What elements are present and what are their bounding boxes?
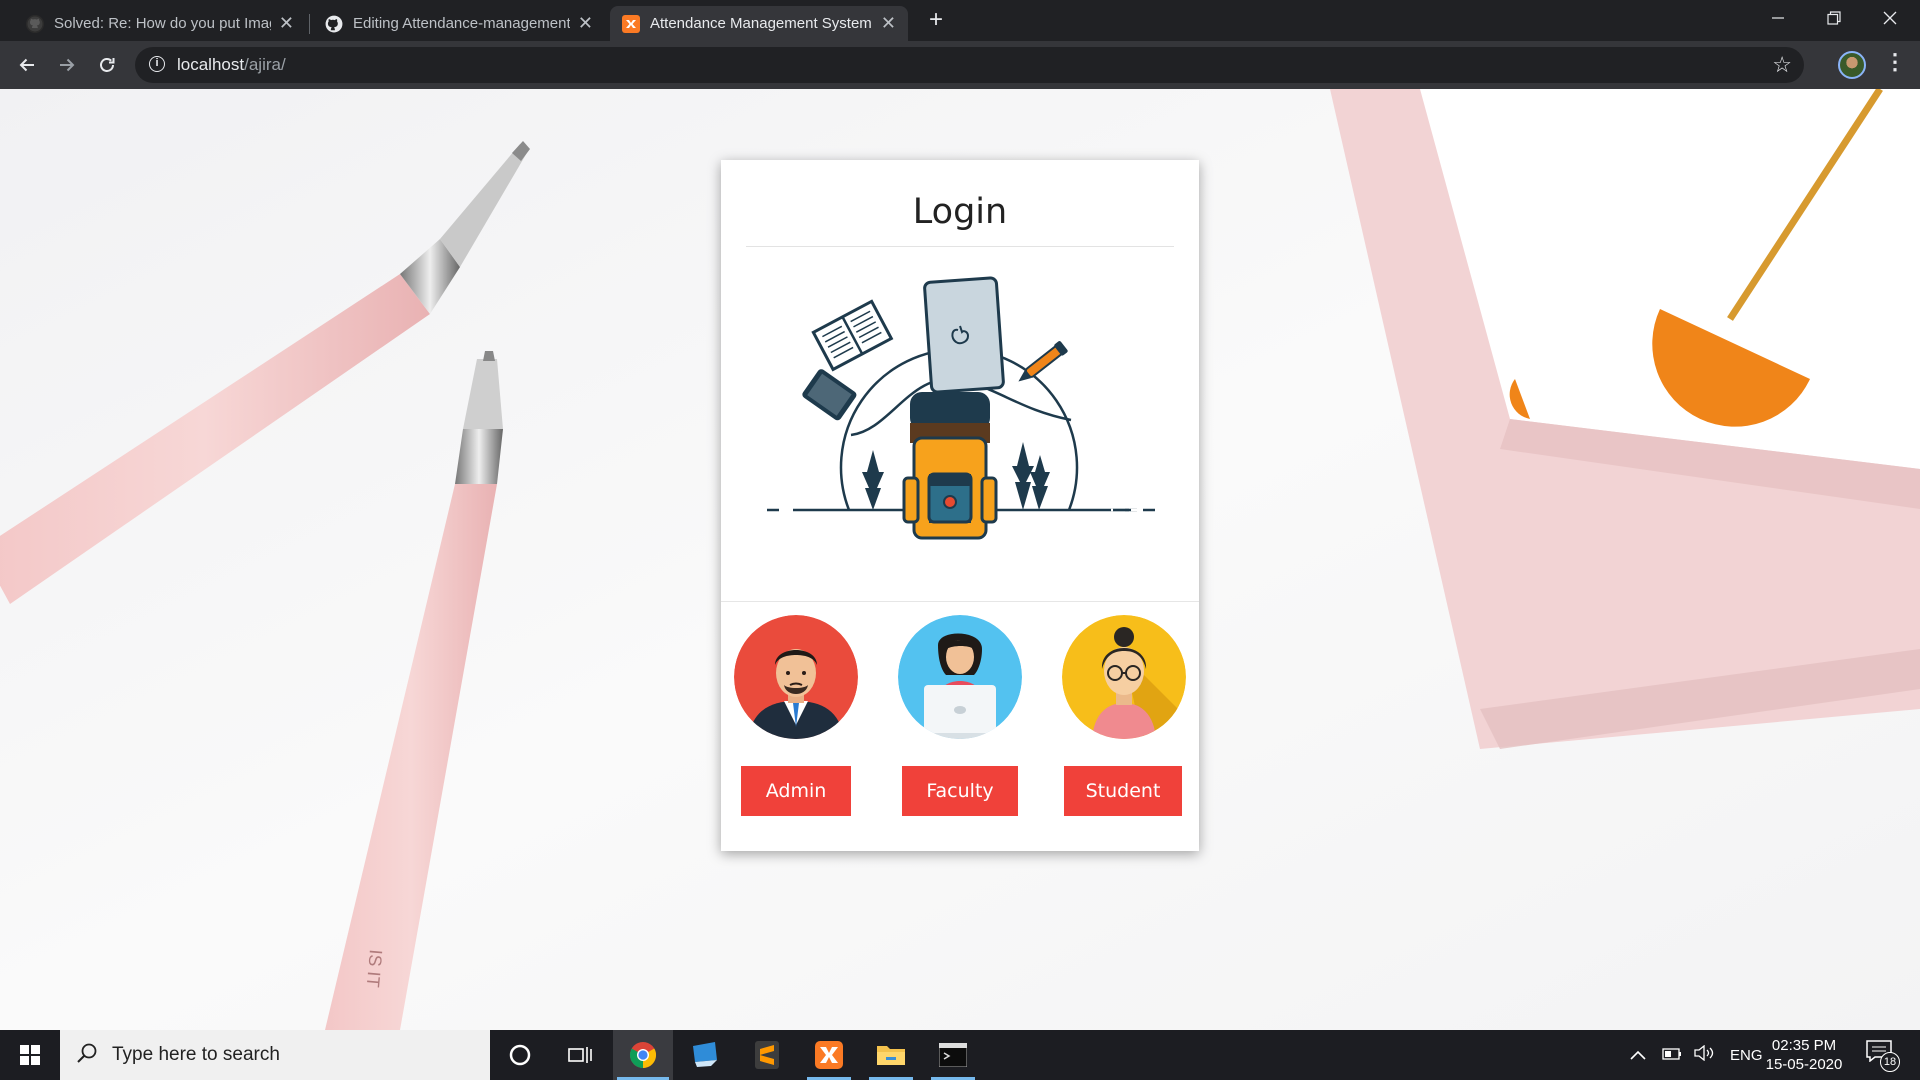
restore-icon[interactable]: [1806, 0, 1862, 36]
close-icon[interactable]: ✕: [578, 13, 593, 34]
browser-tab-strip: Solved: Re: How do you put Imag ✕ Editin…: [0, 0, 1920, 41]
role-student: Student: [1062, 615, 1186, 816]
close-icon[interactable]: ✕: [881, 13, 896, 34]
language-indicator[interactable]: ENG: [1730, 1047, 1763, 1064]
info-icon[interactable]: i: [149, 56, 165, 72]
backpack-illustration: [767, 276, 1155, 540]
xampp-taskbar-icon[interactable]: [799, 1030, 859, 1080]
student-button[interactable]: Student: [1064, 766, 1182, 816]
xampp-icon: [622, 14, 640, 33]
page-viewport: IS IT Login Admin Faculty Student: [0, 89, 1920, 1030]
file-explorer-icon[interactable]: [861, 1030, 921, 1080]
new-tab-button[interactable]: +: [922, 6, 950, 34]
minimize-icon[interactable]: [1750, 0, 1806, 36]
tab-title: Editing Attendance-management: [353, 15, 570, 32]
show-hidden-icons-chevron-icon[interactable]: [1630, 1047, 1646, 1064]
chrome-taskbar-icon[interactable]: [613, 1030, 673, 1080]
section-divider: [721, 601, 1199, 602]
windows-start-icon[interactable]: [0, 1030, 60, 1080]
title-divider: [746, 246, 1174, 247]
faculty-button[interactable]: Faculty: [902, 766, 1018, 816]
taskbar-clock[interactable]: 02:35 PM 15-05-2020: [1762, 1036, 1846, 1074]
remote-desktop-icon[interactable]: [675, 1030, 735, 1080]
clock-date: 15-05-2020: [1765, 1056, 1843, 1073]
action-center-icon[interactable]: 18: [1866, 1040, 1900, 1072]
close-window-icon[interactable]: [1862, 0, 1918, 36]
profile-avatar[interactable]: [1838, 51, 1866, 79]
search-placeholder: Type here to search: [112, 1044, 280, 1065]
windows-taskbar: Type here to search ENG 02:35 PM 15-05-2…: [0, 1030, 1920, 1080]
login-card: Login Admin Faculty Student: [721, 160, 1199, 851]
github-icon: [325, 15, 343, 33]
github-icon: [26, 14, 44, 33]
faculty-avatar[interactable]: [898, 615, 1022, 739]
taskbar-search[interactable]: Type here to search: [60, 1030, 490, 1080]
battery-icon[interactable]: [1662, 1047, 1682, 1064]
tab-title: Solved: Re: How do you put Imag: [54, 15, 271, 32]
page-title: Login: [912, 192, 1008, 232]
url-path: /ajira/: [244, 55, 286, 74]
bookmark-star-icon[interactable]: ☆: [1772, 52, 1792, 78]
tab-attendance[interactable]: Attendance Management System ✕: [610, 6, 908, 41]
url-text[interactable]: localhost/ajira/: [177, 55, 286, 75]
search-icon: [76, 1042, 98, 1069]
forward-icon[interactable]: [51, 49, 83, 81]
volume-icon[interactable]: [1694, 1044, 1716, 1065]
cortana-icon[interactable]: [490, 1030, 550, 1080]
role-faculty: Faculty: [898, 615, 1022, 816]
sublime-text-icon[interactable]: [737, 1030, 797, 1080]
student-avatar[interactable]: [1062, 615, 1186, 739]
reload-icon[interactable]: [91, 49, 123, 81]
browser-toolbar: i localhost/ajira/ ☆ ⋮: [0, 41, 1920, 89]
admin-button[interactable]: Admin: [741, 766, 851, 816]
url-host: localhost: [177, 55, 245, 74]
admin-avatar[interactable]: [734, 615, 858, 739]
system-tray: ENG: [1630, 1030, 1763, 1080]
role-admin: Admin: [734, 615, 858, 816]
tab-divider: [309, 14, 310, 34]
tab-editing[interactable]: Editing Attendance-management ✕: [313, 6, 605, 41]
notification-badge: 18: [1880, 1052, 1900, 1072]
tab-title: Attendance Management System: [650, 15, 872, 32]
back-icon[interactable]: [11, 49, 43, 81]
close-icon[interactable]: ✕: [279, 13, 294, 34]
address-bar[interactable]: i localhost/ajira/ ☆: [135, 47, 1804, 83]
task-view-icon[interactable]: [550, 1030, 610, 1080]
tab-solved[interactable]: Solved: Re: How do you put Imag ✕: [14, 6, 306, 41]
clock-time: 02:35 PM: [1771, 1037, 1837, 1054]
svg-text:IS IT: IS IT: [363, 949, 386, 989]
menu-icon[interactable]: ⋮: [1884, 49, 1906, 75]
terminal-icon[interactable]: [923, 1030, 983, 1080]
